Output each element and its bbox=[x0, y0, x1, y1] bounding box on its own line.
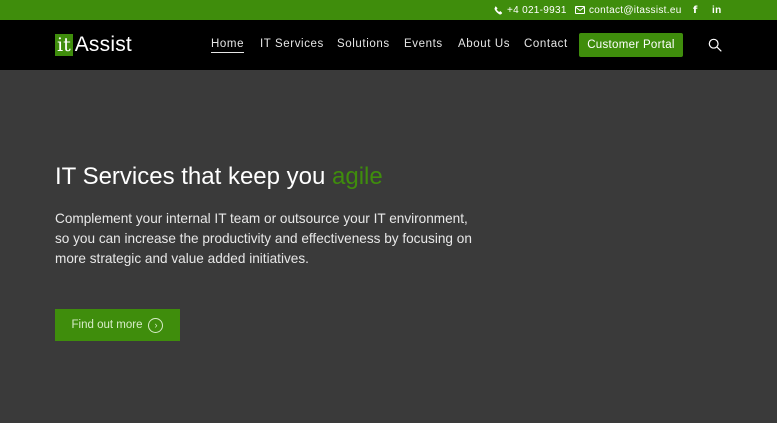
hero-title-accent: agile bbox=[332, 163, 383, 190]
find-out-more-button[interactable]: Find out more › bbox=[55, 309, 180, 341]
hero-title: IT Services that keep you agile bbox=[55, 163, 383, 191]
nav-home[interactable]: Home bbox=[211, 38, 245, 53]
logo-text: Assist bbox=[74, 33, 132, 56]
phone-link[interactable]: +4 021-9931 bbox=[494, 0, 567, 20]
nav-contact[interactable]: Contact bbox=[524, 38, 568, 50]
hero-description: Complement your internal IT team or outs… bbox=[55, 211, 472, 266]
phone-number: +4 021-9931 bbox=[507, 4, 567, 16]
email-address: contact@itassist.eu bbox=[589, 4, 682, 16]
hero-section: IT Services that keep you agile Compleme… bbox=[0, 70, 777, 423]
phone-icon bbox=[494, 6, 503, 15]
logo-badge: it bbox=[55, 34, 73, 56]
linkedin-icon[interactable]: in bbox=[712, 0, 722, 20]
nav-solutions[interactable]: Solutions bbox=[337, 38, 390, 50]
nav-it-services[interactable]: IT Services bbox=[260, 38, 324, 50]
nav-events[interactable]: Events bbox=[404, 38, 443, 50]
chevron-right-icon: › bbox=[148, 317, 164, 333]
facebook-icon[interactable]: f bbox=[693, 0, 698, 20]
customer-portal-button[interactable]: Customer Portal bbox=[579, 33, 683, 57]
cta-label: Find out more bbox=[71, 319, 143, 331]
nav-about-us[interactable]: About Us bbox=[458, 38, 510, 50]
site-logo[interactable]: it Assist bbox=[55, 33, 132, 57]
email-link[interactable]: contact@itassist.eu bbox=[575, 0, 682, 20]
top-contact-bar: +4 021-9931 contact@itassist.eu f in bbox=[0, 0, 777, 20]
search-icon[interactable] bbox=[708, 38, 722, 57]
hero-title-main: IT Services that keep you bbox=[55, 163, 333, 190]
envelope-icon bbox=[575, 6, 585, 14]
